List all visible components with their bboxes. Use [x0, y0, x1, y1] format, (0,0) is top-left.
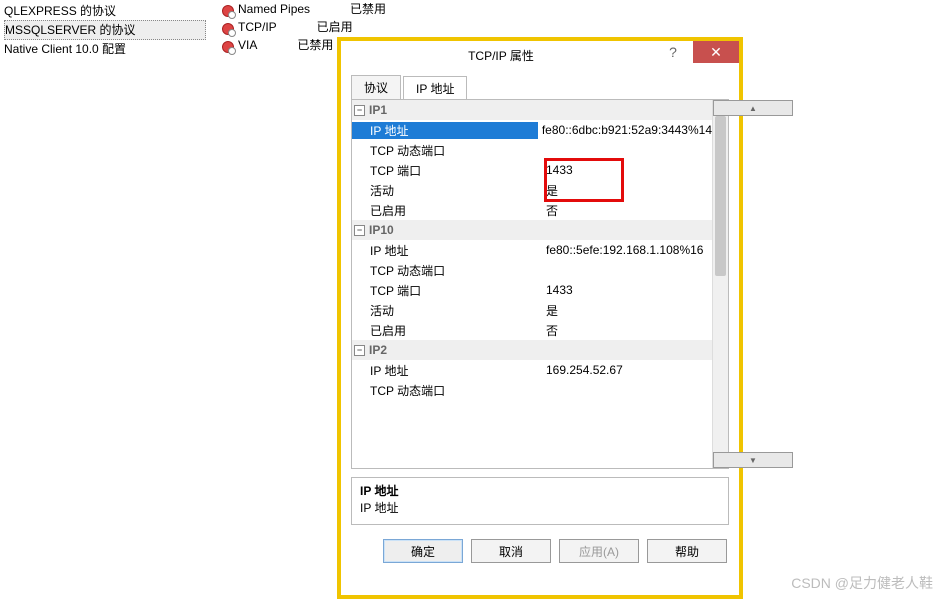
description-text: IP 地址	[360, 499, 720, 516]
prop-value[interactable]: 169.254.52.67	[542, 363, 712, 377]
prop-row-ip1-ipaddress[interactable]: IP 地址 fe80::6dbc:b921:52a9:3443%14	[352, 120, 712, 140]
prop-label: 活动	[352, 182, 542, 199]
cancel-button[interactable]: 取消	[471, 539, 551, 563]
protocol-icon	[220, 39, 234, 53]
tree-item-mssqlserver[interactable]: MSSQLSERVER 的协议	[4, 20, 206, 40]
prop-row-ip10-dynamicport[interactable]: TCP 动态端口	[352, 260, 712, 280]
prop-label: TCP 端口	[352, 282, 542, 299]
prop-row-ip1-active[interactable]: 活动 是	[352, 180, 712, 200]
prop-row-ip2-dynamicport[interactable]: TCP 动态端口	[352, 380, 712, 400]
apply-button[interactable]: 应用(A)	[559, 539, 639, 563]
prop-row-ip1-tcpport[interactable]: TCP 端口 1433	[352, 160, 712, 180]
prop-row-ip1-dynamicport[interactable]: TCP 动态端口	[352, 140, 712, 160]
group-name: IP1	[369, 103, 387, 117]
collapse-icon[interactable]: −	[354, 345, 365, 356]
scroll-thumb[interactable]	[715, 116, 726, 276]
protocol-name: Named Pipes	[238, 2, 310, 16]
prop-row-ip1-enabled[interactable]: 已启用 否	[352, 200, 712, 220]
prop-label: TCP 端口	[352, 162, 542, 179]
prop-label: 活动	[352, 302, 542, 319]
protocol-state: 已启用	[317, 18, 353, 36]
property-grid-viewport: − IP1 IP 地址 fe80::6dbc:b921:52a9:3443%14…	[352, 100, 712, 468]
protocol-row-tcpip[interactable]: TCP/IP 已启用	[220, 18, 420, 36]
prop-row-ip10-tcpport[interactable]: TCP 端口 1433	[352, 280, 712, 300]
tab-ip-address[interactable]: IP 地址	[403, 76, 467, 100]
protocol-state: 已禁用	[350, 0, 386, 18]
protocol-row-named-pipes[interactable]: Named Pipes 已禁用	[220, 0, 420, 18]
prop-value[interactable]: fe80::6dbc:b921:52a9:3443%14	[538, 123, 712, 137]
tree-item-sqlexpress[interactable]: QLEXPRESS 的协议	[4, 2, 206, 20]
prop-label: TCP 动态端口	[352, 142, 542, 159]
collapse-icon[interactable]: −	[354, 105, 365, 116]
prop-row-ip10-active[interactable]: 活动 是	[352, 300, 712, 320]
tab-protocol[interactable]: 协议	[351, 75, 401, 99]
prop-row-ip10-enabled[interactable]: 已启用 否	[352, 320, 712, 340]
tcpip-properties-dialog: TCP/IP 属性 ? ✕ 协议 IP 地址 − IP1 IP 地址 fe80:…	[340, 40, 740, 596]
help-button[interactable]: ?	[653, 41, 693, 63]
group-name: IP2	[369, 343, 387, 357]
prop-value[interactable]: 1433	[542, 283, 712, 297]
collapse-icon[interactable]: −	[354, 225, 365, 236]
nav-tree: QLEXPRESS 的协议 MSSQLSERVER 的协议 Native Cli…	[0, 0, 210, 60]
prop-value[interactable]: 否	[542, 322, 712, 339]
protocol-icon	[220, 3, 234, 17]
tabs: 协议 IP 地址	[341, 69, 739, 99]
description-panel: IP 地址 IP 地址	[351, 477, 729, 525]
close-button[interactable]: ✕	[693, 41, 739, 63]
group-header-ip10[interactable]: − IP10	[352, 220, 712, 240]
prop-value[interactable]: 1433	[542, 163, 712, 177]
prop-label: TCP 动态端口	[352, 262, 542, 279]
watermark: CSDN @足力健老人鞋	[791, 573, 933, 593]
protocol-name: VIA	[238, 38, 257, 52]
prop-value[interactable]: 否	[542, 202, 712, 219]
prop-label: IP 地址	[352, 122, 538, 139]
scroll-up-button[interactable]: ▲	[713, 100, 793, 116]
prop-value[interactable]: 是	[542, 302, 712, 319]
help-button[interactable]: 帮助	[647, 539, 727, 563]
scrollbar[interactable]: ▲ ▼	[712, 100, 728, 468]
close-icon: ✕	[710, 44, 722, 61]
property-grid: − IP1 IP 地址 fe80::6dbc:b921:52a9:3443%14…	[351, 99, 729, 469]
protocol-state: 已禁用	[297, 36, 333, 54]
group-header-ip1[interactable]: − IP1	[352, 100, 712, 120]
prop-value[interactable]: fe80::5efe:192.168.1.108%16	[542, 243, 712, 257]
titlebar[interactable]: TCP/IP 属性 ? ✕	[341, 41, 739, 69]
group-name: IP10	[369, 223, 394, 237]
protocol-name: TCP/IP	[238, 20, 277, 34]
prop-label: 已启用	[352, 322, 542, 339]
prop-label: TCP 动态端口	[352, 382, 542, 399]
scroll-down-button[interactable]: ▼	[713, 452, 793, 468]
prop-label: IP 地址	[352, 362, 542, 379]
group-header-ip2[interactable]: − IP2	[352, 340, 712, 360]
description-title: IP 地址	[360, 482, 720, 499]
dialog-title: TCP/IP 属性	[349, 47, 653, 64]
prop-value[interactable]: 是	[542, 182, 712, 199]
prop-label: IP 地址	[352, 242, 542, 259]
prop-row-ip2-ipaddress[interactable]: IP 地址 169.254.52.67	[352, 360, 712, 380]
prop-label: 已启用	[352, 202, 542, 219]
prop-row-ip10-ipaddress[interactable]: IP 地址 fe80::5efe:192.168.1.108%16	[352, 240, 712, 260]
protocol-icon	[220, 21, 234, 35]
dialog-buttons: 确定 取消 应用(A) 帮助	[341, 525, 739, 563]
tree-item-native-client[interactable]: Native Client 10.0 配置	[4, 40, 206, 58]
ok-button[interactable]: 确定	[383, 539, 463, 563]
